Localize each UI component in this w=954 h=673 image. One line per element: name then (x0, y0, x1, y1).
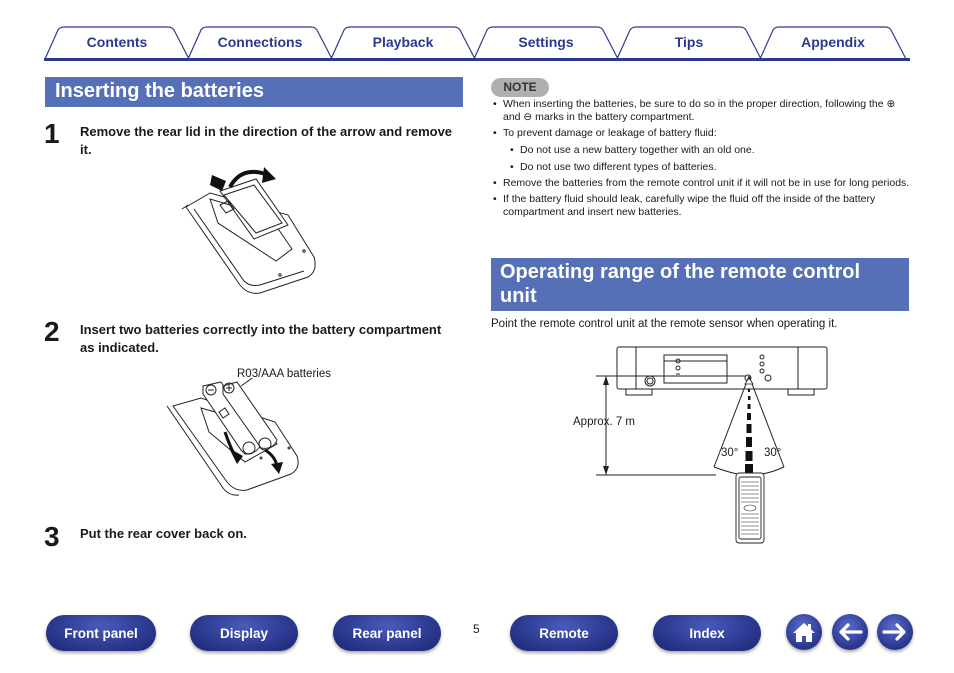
tab-label: Contents (86, 34, 148, 50)
remote-button[interactable]: Remote (510, 615, 618, 651)
button-label: Front panel (64, 625, 138, 641)
button-label: Index (689, 625, 725, 641)
forward-button[interactable] (877, 614, 913, 650)
display-button[interactable]: Display (190, 615, 298, 651)
distance-label: Approx. 7 m (573, 416, 635, 428)
tab-label: Playback (372, 34, 434, 50)
tab-tips[interactable]: Tips (616, 26, 762, 60)
tab-connections[interactable]: Connections (187, 26, 333, 60)
tab-settings[interactable]: Settings (473, 26, 619, 60)
note-list: When inserting the batteries, be sure to… (491, 98, 911, 222)
tab-contents[interactable]: Contents (44, 26, 190, 60)
home-button[interactable] (786, 614, 822, 650)
note-item: When inserting the batteries, be sure to… (491, 98, 911, 124)
insert-batteries-illustration (166, 378, 299, 496)
remove-lid-illustration (181, 167, 316, 294)
step-number-1: 1 (44, 118, 60, 149)
button-label: Remote (539, 625, 589, 641)
step-text-2: Insert two batteries correctly into the … (80, 322, 442, 355)
tab-label: Appendix (801, 34, 865, 50)
note-subitem: Do not use a new battery together with a… (491, 144, 911, 157)
step-number-3: 3 (44, 521, 60, 552)
rear-panel-button[interactable]: Rear panel (333, 615, 441, 651)
tab-label: Tips (674, 34, 704, 50)
button-label: Rear panel (352, 625, 422, 641)
tab-label: Connections (217, 34, 303, 50)
operating-range-diagram (596, 346, 828, 544)
remote-control-drawing (735, 472, 765, 544)
note-item: To prevent damage or leakage of battery … (491, 127, 911, 140)
button-label: Display (219, 625, 269, 641)
note-badge: NOTE (491, 78, 549, 97)
note-subitem: Do not use two different types of batter… (491, 161, 911, 174)
forward-arrow-icon (882, 623, 906, 641)
tab-bar-underline (44, 58, 910, 61)
index-button[interactable]: Index (653, 615, 761, 651)
step-number-2: 2 (44, 316, 60, 347)
tab-appendix[interactable]: Appendix (759, 26, 907, 60)
home-icon (793, 623, 815, 642)
top-tab-bar: Contents Connections Playback Settings T… (44, 26, 910, 62)
front-panel-button[interactable]: Front panel (46, 615, 156, 651)
step-text-1: Remove the rear lid in the direction of … (80, 124, 453, 157)
back-arrow-icon (839, 623, 863, 641)
page-number: 5 (473, 622, 480, 636)
note-item: If the battery fluid should leak, carefu… (491, 193, 911, 219)
operating-range-description: Point the remote control unit at the rem… (491, 318, 838, 330)
section-heading-operating-range: Operating range of the remote control un… (491, 258, 909, 311)
step-text-3: Put the rear cover back on. (80, 526, 247, 541)
tab-playback[interactable]: Playback (330, 26, 476, 60)
tab-label: Settings (518, 34, 574, 50)
angle-right-label: 30° (764, 447, 782, 459)
note-item: Remove the batteries from the remote con… (491, 177, 911, 190)
back-button[interactable] (832, 614, 868, 650)
angle-left-label: 30° (721, 447, 739, 459)
section-heading-inserting-batteries: Inserting the batteries (45, 77, 463, 107)
